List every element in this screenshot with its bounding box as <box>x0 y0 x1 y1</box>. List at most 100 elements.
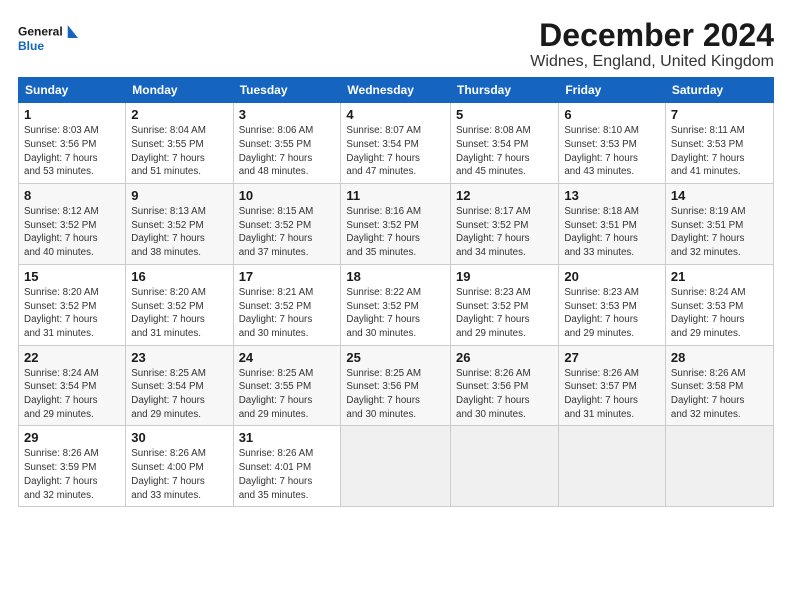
day-number: 7 <box>671 107 768 122</box>
day-info: Sunrise: 8:26 AMSunset: 3:56 PMDaylight:… <box>456 367 553 422</box>
calendar-cell: 31 Sunrise: 8:26 AMSunset: 4:01 PMDayligh… <box>233 426 341 507</box>
day-number: 18 <box>346 269 445 284</box>
day-number: 9 <box>131 188 227 203</box>
day-info: Sunrise: 8:21 AMSunset: 3:52 PMDaylight:… <box>239 286 336 341</box>
col-friday: Friday <box>559 78 666 103</box>
calendar-cell: 12Sunrise: 8:17 AMSunset: 3:52 PMDayligh… <box>451 184 559 265</box>
day-number: 8 <box>24 188 120 203</box>
month-title: December 2024 <box>530 18 774 53</box>
calendar-cell: 6 Sunrise: 8:10 AMSunset: 3:53 PMDaylight… <box>559 103 666 184</box>
day-info: Sunrise: 8:26 AMSunset: 4:01 PMDaylight:… <box>239 447 336 502</box>
calendar-week-3: 15 Sunrise: 8:20 AMSunset: 3:52 PMDayligh… <box>19 264 774 345</box>
calendar-cell: 29 Sunrise: 8:26 AMSunset: 3:59 PMDayligh… <box>19 426 126 507</box>
calendar-cell: 2 Sunrise: 8:04 AMSunset: 3:55 PMDaylight… <box>126 103 233 184</box>
calendar-cell: 18 Sunrise: 8:22 AMSunset: 3:52 PMDayligh… <box>341 264 451 345</box>
calendar-cell: 21 Sunrise: 8:24 AMSunset: 3:53 PMDayligh… <box>665 264 773 345</box>
day-info: Sunrise: 8:20 AMSunset: 3:52 PMDaylight:… <box>131 286 227 341</box>
day-info: Sunrise: 8:20 AMSunset: 3:52 PMDaylight:… <box>24 286 120 341</box>
calendar-cell: 8 Sunrise: 8:12 AMSunset: 3:52 PMDaylight… <box>19 184 126 265</box>
calendar-cell: 4 Sunrise: 8:07 AMSunset: 3:54 PMDaylight… <box>341 103 451 184</box>
day-number: 20 <box>564 269 660 284</box>
day-number: 26 <box>456 350 553 365</box>
day-info: Sunrise: 8:12 AMSunset: 3:52 PMDaylight:… <box>24 205 120 260</box>
day-number: 27 <box>564 350 660 365</box>
logo-svg: General Blue <box>18 18 78 58</box>
calendar-cell: 10Sunrise: 8:15 AMSunset: 3:52 PMDayligh… <box>233 184 341 265</box>
calendar-cell: 16 Sunrise: 8:20 AMSunset: 3:52 PMDayligh… <box>126 264 233 345</box>
col-saturday: Saturday <box>665 78 773 103</box>
day-number: 5 <box>456 107 553 122</box>
day-number: 16 <box>131 269 227 284</box>
day-info: Sunrise: 8:03 AMSunset: 3:56 PMDaylight:… <box>24 124 120 179</box>
day-number: 4 <box>346 107 445 122</box>
calendar-cell: 11 Sunrise: 8:16 AMSunset: 3:52 PMDayligh… <box>341 184 451 265</box>
day-number: 28 <box>671 350 768 365</box>
day-number: 22 <box>24 350 120 365</box>
calendar-cell: 13 Sunrise: 8:18 AMSunset: 3:51 PMDayligh… <box>559 184 666 265</box>
calendar-cell: 25 Sunrise: 8:25 AMSunset: 3:56 PMDayligh… <box>341 345 451 426</box>
calendar-cell <box>559 426 666 507</box>
calendar-table: Sunday Monday Tuesday Wednesday Thursday… <box>18 77 774 507</box>
calendar-cell: 5Sunrise: 8:08 AMSunset: 3:54 PMDaylight… <box>451 103 559 184</box>
calendar-cell <box>665 426 773 507</box>
calendar-cell: 3 Sunrise: 8:06 AMSunset: 3:55 PMDaylight… <box>233 103 341 184</box>
day-info: Sunrise: 8:25 AMSunset: 3:54 PMDaylight:… <box>131 367 227 422</box>
logo: General Blue <box>18 18 78 58</box>
day-number: 25 <box>346 350 445 365</box>
day-info: Sunrise: 8:10 AMSunset: 3:53 PMDaylight:… <box>564 124 660 179</box>
day-info: Sunrise: 8:13 AMSunset: 3:52 PMDaylight:… <box>131 205 227 260</box>
day-number: 30 <box>131 430 227 445</box>
day-number: 29 <box>24 430 120 445</box>
day-number: 10 <box>239 188 336 203</box>
day-number: 2 <box>131 107 227 122</box>
day-number: 15 <box>24 269 120 284</box>
day-info: Sunrise: 8:18 AMSunset: 3:51 PMDaylight:… <box>564 205 660 260</box>
day-info: Sunrise: 8:26 AMSunset: 3:57 PMDaylight:… <box>564 367 660 422</box>
calendar-week-4: 22 Sunrise: 8:24 AMSunset: 3:54 PMDayligh… <box>19 345 774 426</box>
day-number: 21 <box>671 269 768 284</box>
day-number: 14 <box>671 188 768 203</box>
col-monday: Monday <box>126 78 233 103</box>
day-info: Sunrise: 8:11 AMSunset: 3:53 PMDaylight:… <box>671 124 768 179</box>
calendar-cell: 7 Sunrise: 8:11 AMSunset: 3:53 PMDaylight… <box>665 103 773 184</box>
header: General Blue December 2024 Widnes, Engla… <box>18 18 774 71</box>
day-info: Sunrise: 8:06 AMSunset: 3:55 PMDaylight:… <box>239 124 336 179</box>
calendar-cell: 23 Sunrise: 8:25 AMSunset: 3:54 PMDayligh… <box>126 345 233 426</box>
header-row: Sunday Monday Tuesday Wednesday Thursday… <box>19 78 774 103</box>
calendar-cell: 27 Sunrise: 8:26 AMSunset: 3:57 PMDayligh… <box>559 345 666 426</box>
day-info: Sunrise: 8:26 AMSunset: 4:00 PMDaylight:… <box>131 447 227 502</box>
calendar-week-5: 29 Sunrise: 8:26 AMSunset: 3:59 PMDayligh… <box>19 426 774 507</box>
col-thursday: Thursday <box>451 78 559 103</box>
calendar-cell: 19Sunrise: 8:23 AMSunset: 3:52 PMDayligh… <box>451 264 559 345</box>
location-title: Widnes, England, United Kingdom <box>530 53 774 71</box>
day-info: Sunrise: 8:24 AMSunset: 3:54 PMDaylight:… <box>24 367 120 422</box>
day-number: 6 <box>564 107 660 122</box>
day-number: 1 <box>24 107 120 122</box>
day-number: 23 <box>131 350 227 365</box>
day-number: 11 <box>346 188 445 203</box>
day-info: Sunrise: 8:07 AMSunset: 3:54 PMDaylight:… <box>346 124 445 179</box>
day-number: 12 <box>456 188 553 203</box>
day-info: Sunrise: 8:22 AMSunset: 3:52 PMDaylight:… <box>346 286 445 341</box>
col-tuesday: Tuesday <box>233 78 341 103</box>
day-info: Sunrise: 8:25 AMSunset: 3:56 PMDaylight:… <box>346 367 445 422</box>
calendar-cell: 30 Sunrise: 8:26 AMSunset: 4:00 PMDayligh… <box>126 426 233 507</box>
calendar-cell: 17Sunrise: 8:21 AMSunset: 3:52 PMDayligh… <box>233 264 341 345</box>
day-number: 13 <box>564 188 660 203</box>
day-info: Sunrise: 8:25 AMSunset: 3:55 PMDaylight:… <box>239 367 336 422</box>
day-info: Sunrise: 8:26 AMSunset: 3:59 PMDaylight:… <box>24 447 120 502</box>
day-info: Sunrise: 8:24 AMSunset: 3:53 PMDaylight:… <box>671 286 768 341</box>
calendar-cell: 1 Sunrise: 8:03 AMSunset: 3:56 PMDaylight… <box>19 103 126 184</box>
day-number: 31 <box>239 430 336 445</box>
svg-text:General: General <box>18 24 63 38</box>
calendar-cell: 15 Sunrise: 8:20 AMSunset: 3:52 PMDayligh… <box>19 264 126 345</box>
calendar-cell <box>341 426 451 507</box>
day-info: Sunrise: 8:04 AMSunset: 3:55 PMDaylight:… <box>131 124 227 179</box>
calendar-week-1: 1 Sunrise: 8:03 AMSunset: 3:56 PMDaylight… <box>19 103 774 184</box>
calendar-cell <box>451 426 559 507</box>
calendar-cell: 26 Sunrise: 8:26 AMSunset: 3:56 PMDayligh… <box>451 345 559 426</box>
day-number: 3 <box>239 107 336 122</box>
day-info: Sunrise: 8:16 AMSunset: 3:52 PMDaylight:… <box>346 205 445 260</box>
day-number: 19 <box>456 269 553 284</box>
day-number: 24 <box>239 350 336 365</box>
